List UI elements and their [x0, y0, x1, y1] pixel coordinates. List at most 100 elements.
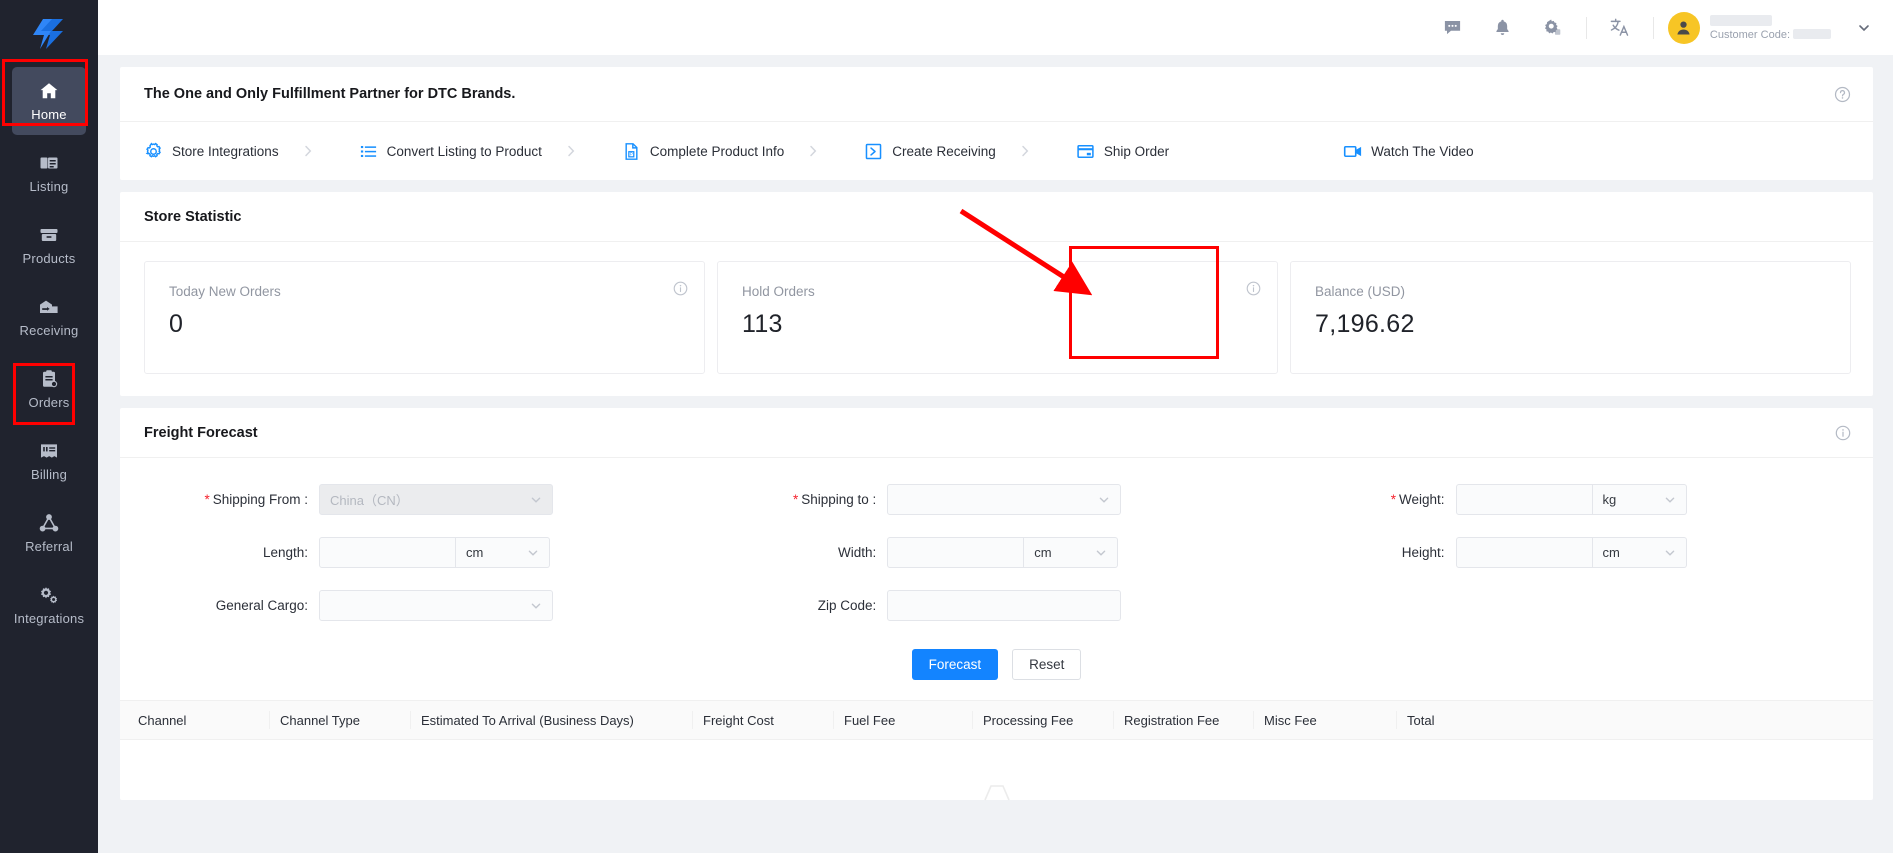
customer-code-redacted — [1793, 28, 1831, 39]
column-header-channel: Channel — [128, 711, 270, 729]
stat-card-balance-usd[interactable]: Balance (USD) 7,196.62 — [1290, 261, 1851, 374]
field-weight: * Weight: kg — [1281, 484, 1849, 515]
required-marker: * — [1390, 492, 1396, 507]
shipping-to-select[interactable] — [887, 484, 1122, 515]
field-label: Width: — [838, 545, 877, 560]
step-store-integrations[interactable]: Store Integrations — [144, 141, 279, 161]
step-watch-the-video[interactable]: Watch The Video — [1343, 142, 1474, 161]
chevron-down-icon — [530, 494, 542, 506]
chevron-down-icon — [1098, 494, 1110, 506]
video-camera-icon — [1343, 142, 1362, 161]
step-label: Watch The Video — [1371, 143, 1474, 159]
step-convert-listing-to-product[interactable]: Convert Listing to Product — [359, 142, 542, 161]
sidebar-item-label: Home — [31, 107, 67, 122]
listing-icon — [38, 152, 60, 174]
column-header-fuel-fee: Fuel Fee — [834, 711, 973, 729]
banner-title: The One and Only Fulfillment Partner for… — [144, 86, 516, 102]
shipping-card-icon — [1076, 142, 1095, 161]
column-header-total: Total — [1407, 712, 1435, 728]
form-row: General Cargo: Zip Code: — [144, 590, 1849, 621]
user-menu[interactable]: Customer Code: — [1662, 11, 1871, 44]
bell-icon[interactable] — [1478, 0, 1528, 55]
sidebar-item-receiving[interactable]: Receiving — [12, 283, 86, 351]
select-value: cm — [1602, 545, 1620, 560]
section-title: Store Statistic — [144, 208, 242, 225]
height-input[interactable] — [1455, 537, 1593, 568]
stat-card-today-new-orders[interactable]: Today New Orders 0 — [144, 261, 705, 374]
sidebar-item-referral[interactable]: Referral — [12, 499, 86, 567]
translate-icon[interactable] — [1595, 0, 1645, 55]
sidebar-item-label: Integrations — [13, 611, 85, 626]
page-content: The One and Only Fulfillment Partner for… — [98, 55, 1893, 853]
info-circle-icon[interactable] — [1835, 425, 1851, 441]
width-input[interactable] — [887, 537, 1025, 568]
reset-button[interactable]: Reset — [1012, 649, 1082, 680]
length-input[interactable] — [319, 537, 456, 568]
step-create-receiving[interactable]: Create Receiving — [864, 142, 996, 161]
settings-icon[interactable] — [1528, 0, 1578, 55]
divider — [1585, 16, 1587, 39]
top-bar: Customer Code: — [98, 0, 1893, 55]
chevron-right-icon — [301, 144, 315, 158]
store-statistic-card: Store Statistic Today New Orders 0 Hold … — [120, 192, 1873, 396]
store-statistic-cards: Today New Orders 0 Hold Orders 113 Balan… — [120, 242, 1873, 396]
field-zip-code: Zip Code: — [712, 590, 1280, 621]
sidebar-item-label: Products — [22, 251, 76, 266]
sidebar-item-listing[interactable]: Listing — [12, 139, 86, 207]
shipping-from-select[interactable]: China（CN） — [319, 484, 553, 515]
sidebar-item-label: Referral — [25, 539, 73, 554]
width-unit-select[interactable]: cm — [1024, 537, 1119, 568]
step-complete-product-info[interactable]: P Complete Product Info — [622, 142, 784, 161]
divider — [1652, 16, 1654, 39]
receiving-icon — [38, 296, 60, 318]
info-circle-icon[interactable] — [1246, 281, 1261, 296]
forecast-button[interactable]: Forecast — [911, 649, 999, 680]
sidebar-item-products[interactable]: Products — [12, 211, 86, 279]
table-empty-state — [120, 740, 1873, 801]
freight-forecast-form: * Shipping From : China（CN） * Shipping to … — [120, 458, 1873, 700]
empty-box-icon — [983, 785, 1010, 801]
info-circle-icon[interactable] — [673, 281, 688, 296]
sidebar-item-orders[interactable]: Orders — [12, 355, 86, 423]
zip-code-input[interactable] — [887, 590, 1122, 621]
weight-unit-select[interactable]: kg — [1592, 484, 1687, 515]
step-label: Convert Listing to Product — [386, 143, 542, 159]
select-value: cm — [466, 545, 484, 560]
section-title: Freight Forecast — [144, 424, 258, 441]
sidebar-item-home[interactable]: Home — [12, 67, 86, 135]
chevron-right-icon — [564, 144, 578, 158]
chevron-down-icon — [527, 547, 539, 559]
referral-icon — [38, 512, 60, 534]
field-label: Length: — [262, 545, 308, 560]
chat-icon[interactable] — [1428, 0, 1478, 55]
form-actions: Forecast Reset — [144, 643, 1849, 700]
general-cargo-select[interactable] — [319, 590, 553, 621]
freight-result-table: Channel Channel Type Estimated To Arriva… — [120, 700, 1873, 801]
sidebar: Home Listing Products Receiving Orders B… — [0, 0, 98, 853]
column-header-processing-fee: Processing Fee — [973, 711, 1114, 729]
stat-card-hold-orders[interactable]: Hold Orders 113 — [717, 261, 1278, 374]
app-root: Home Listing Products Receiving Orders B… — [0, 0, 1893, 853]
sidebar-item-integrations[interactable]: Integrations — [12, 571, 86, 639]
column-header-channel-type: Channel Type — [270, 711, 411, 729]
stat-value: 113 — [742, 310, 783, 338]
freight-forecast-card: Freight Forecast * Shipping From : China（… — [120, 408, 1873, 801]
length-unit-select[interactable]: cm — [456, 537, 550, 568]
width-control-group: cm — [887, 537, 1119, 568]
gear-outline-icon — [144, 141, 163, 161]
stat-value: 7,196.62 — [1315, 310, 1415, 338]
help-circle-icon[interactable] — [1834, 86, 1851, 103]
height-unit-select[interactable]: cm — [1592, 537, 1687, 568]
user-info: Customer Code: — [1709, 14, 1831, 41]
avatar — [1667, 11, 1700, 44]
column-header-freight-cost: Freight Cost — [693, 711, 834, 729]
stat-value: 0 — [169, 310, 184, 338]
step-label: Complete Product Info — [649, 143, 785, 159]
weight-input[interactable] — [1455, 484, 1593, 515]
chevron-down-icon[interactable] — [1857, 21, 1871, 35]
required-marker: * — [204, 492, 210, 507]
step-ship-order[interactable]: Ship Order — [1076, 142, 1169, 161]
length-control-group: cm — [319, 537, 550, 568]
app-logo[interactable] — [0, 0, 98, 67]
sidebar-item-billing[interactable]: Billing — [12, 427, 86, 495]
